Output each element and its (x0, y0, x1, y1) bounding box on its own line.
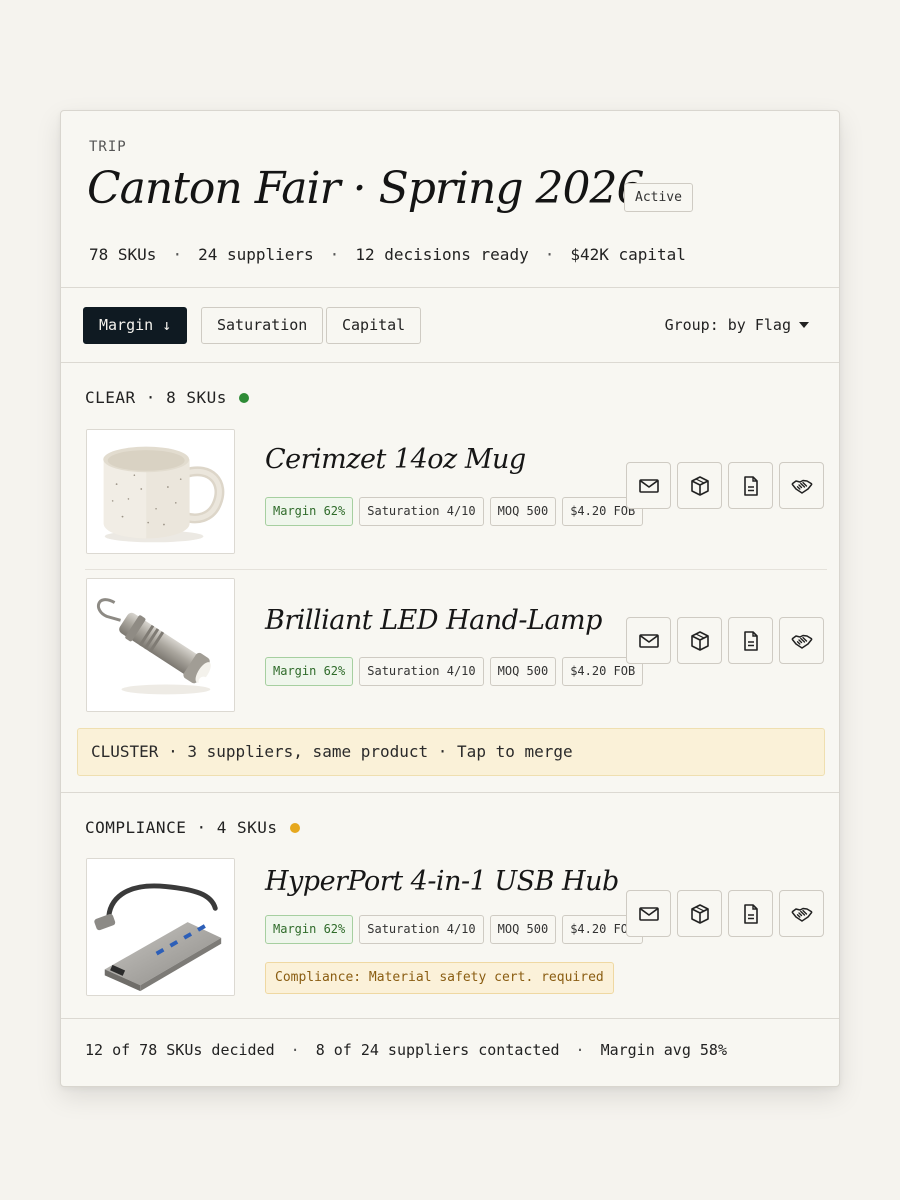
document-button[interactable] (728, 617, 773, 664)
product-chips: Margin 62% Saturation 4/10 MOQ 500 $4.20… (265, 915, 644, 944)
moq-chip: MOQ 500 (489, 915, 557, 944)
sample-button[interactable] (677, 890, 722, 937)
footer-separator: · (290, 1041, 300, 1059)
divider (61, 287, 839, 288)
trip-stats: 78 SKUs · 24 suppliers · 12 decisions re… (89, 245, 686, 264)
row-divider (85, 569, 827, 570)
mail-icon (637, 629, 661, 653)
document-icon (739, 629, 763, 653)
box-icon (688, 474, 712, 498)
footer-margin-avg: Margin avg 58% (600, 1041, 727, 1059)
status-dot (289, 822, 300, 833)
compliance-warning: Compliance: Material safety cert. requir… (265, 962, 614, 994)
document-icon (739, 474, 763, 498)
product-name[interactable]: Brilliant LED Hand-Lamp (265, 605, 602, 636)
handshake-icon (790, 902, 814, 926)
trip-title: Canton Fair · Spring 2026 (87, 163, 644, 214)
product-chips: Margin 62% Saturation 4/10 MOQ 500 $4.20… (265, 497, 644, 526)
group-by-dropdown[interactable]: Group: by Flag (665, 316, 809, 334)
section-label: COMPLIANCE · 4 SKUs (85, 818, 278, 837)
divider (61, 1018, 839, 1019)
section-label: CLEAR · 8 SKUs (85, 388, 227, 407)
document-button[interactable] (728, 890, 773, 937)
saturation-chip: Saturation 4/10 (359, 657, 484, 686)
product-image-mug[interactable] (86, 429, 235, 554)
mail-icon (637, 902, 661, 926)
product-name[interactable]: HyperPort 4-in-1 USB Hub (265, 866, 619, 897)
email-supplier-button[interactable] (626, 890, 671, 937)
margin-chip: Margin 62% (265, 915, 354, 944)
sample-button[interactable] (677, 617, 722, 664)
saturation-chip: Saturation 4/10 (359, 497, 484, 526)
divider (61, 792, 839, 793)
row-actions (626, 462, 824, 509)
stat-skus: 78 SKUs (89, 245, 157, 264)
divider (61, 362, 839, 363)
deal-button[interactable] (779, 890, 824, 937)
row-actions (626, 617, 824, 664)
product-name[interactable]: Cerimzet 14oz Mug (265, 444, 526, 475)
footer-skus-decided: 12 of 78 SKUs decided (85, 1041, 275, 1059)
moq-chip: MOQ 500 (489, 497, 557, 526)
section-header-clear: CLEAR · 8 SKUs (85, 388, 249, 407)
deal-button[interactable] (779, 617, 824, 664)
flashlight-illustration (87, 579, 234, 711)
email-supplier-button[interactable] (626, 617, 671, 664)
sort-margin-button[interactable]: Margin ↓ (83, 307, 188, 344)
footer-suppliers-contacted: 8 of 24 suppliers contacted (315, 1041, 560, 1059)
stat-separator: · (544, 245, 555, 264)
deal-button[interactable] (779, 462, 824, 509)
stat-decisions: 12 decisions ready (355, 245, 529, 264)
sample-button[interactable] (677, 462, 722, 509)
stat-separator: · (172, 245, 183, 264)
progress-footer: 12 of 78 SKUs decided · 8 of 24 supplier… (85, 1041, 727, 1059)
row-actions (626, 890, 824, 937)
mail-icon (637, 474, 661, 498)
box-icon (688, 629, 712, 653)
handshake-icon (790, 474, 814, 498)
margin-chip: Margin 62% (265, 657, 354, 686)
section-header-compliance: COMPLIANCE · 4 SKUs (85, 818, 300, 837)
status-dot (238, 392, 249, 403)
group-by-label: Group: by Flag (664, 316, 791, 334)
mug-illustration (87, 430, 234, 553)
stat-suppliers: 24 suppliers (198, 245, 314, 264)
email-supplier-button[interactable] (626, 462, 671, 509)
handshake-icon (790, 629, 814, 653)
usb-hub-illustration (87, 859, 234, 995)
product-chips: Margin 62% Saturation 4/10 MOQ 500 $4.20… (265, 657, 644, 686)
margin-chip: Margin 62% (265, 497, 354, 526)
stat-capital: $42K capital (570, 245, 686, 264)
saturation-chip: Saturation 4/10 (359, 915, 484, 944)
box-icon (688, 902, 712, 926)
document-icon (739, 902, 763, 926)
footer-separator: · (575, 1041, 585, 1059)
moq-chip: MOQ 500 (489, 657, 557, 686)
sort-capital-button[interactable]: Capital (326, 307, 422, 344)
trip-card: TRIP Canton Fair · Spring 2026 Active 78… (60, 110, 840, 1087)
sort-saturation-button[interactable]: Saturation (201, 307, 324, 344)
status-badge: Active (624, 183, 693, 212)
cluster-merge-banner[interactable]: CLUSTER · 3 suppliers, same product · Ta… (77, 728, 825, 776)
product-image-flashlight[interactable] (86, 578, 235, 712)
chevron-down-icon (799, 322, 809, 328)
document-button[interactable] (728, 462, 773, 509)
stat-separator: · (329, 245, 340, 264)
product-image-usb-hub[interactable] (86, 858, 235, 996)
trip-eyebrow: TRIP (89, 139, 127, 155)
